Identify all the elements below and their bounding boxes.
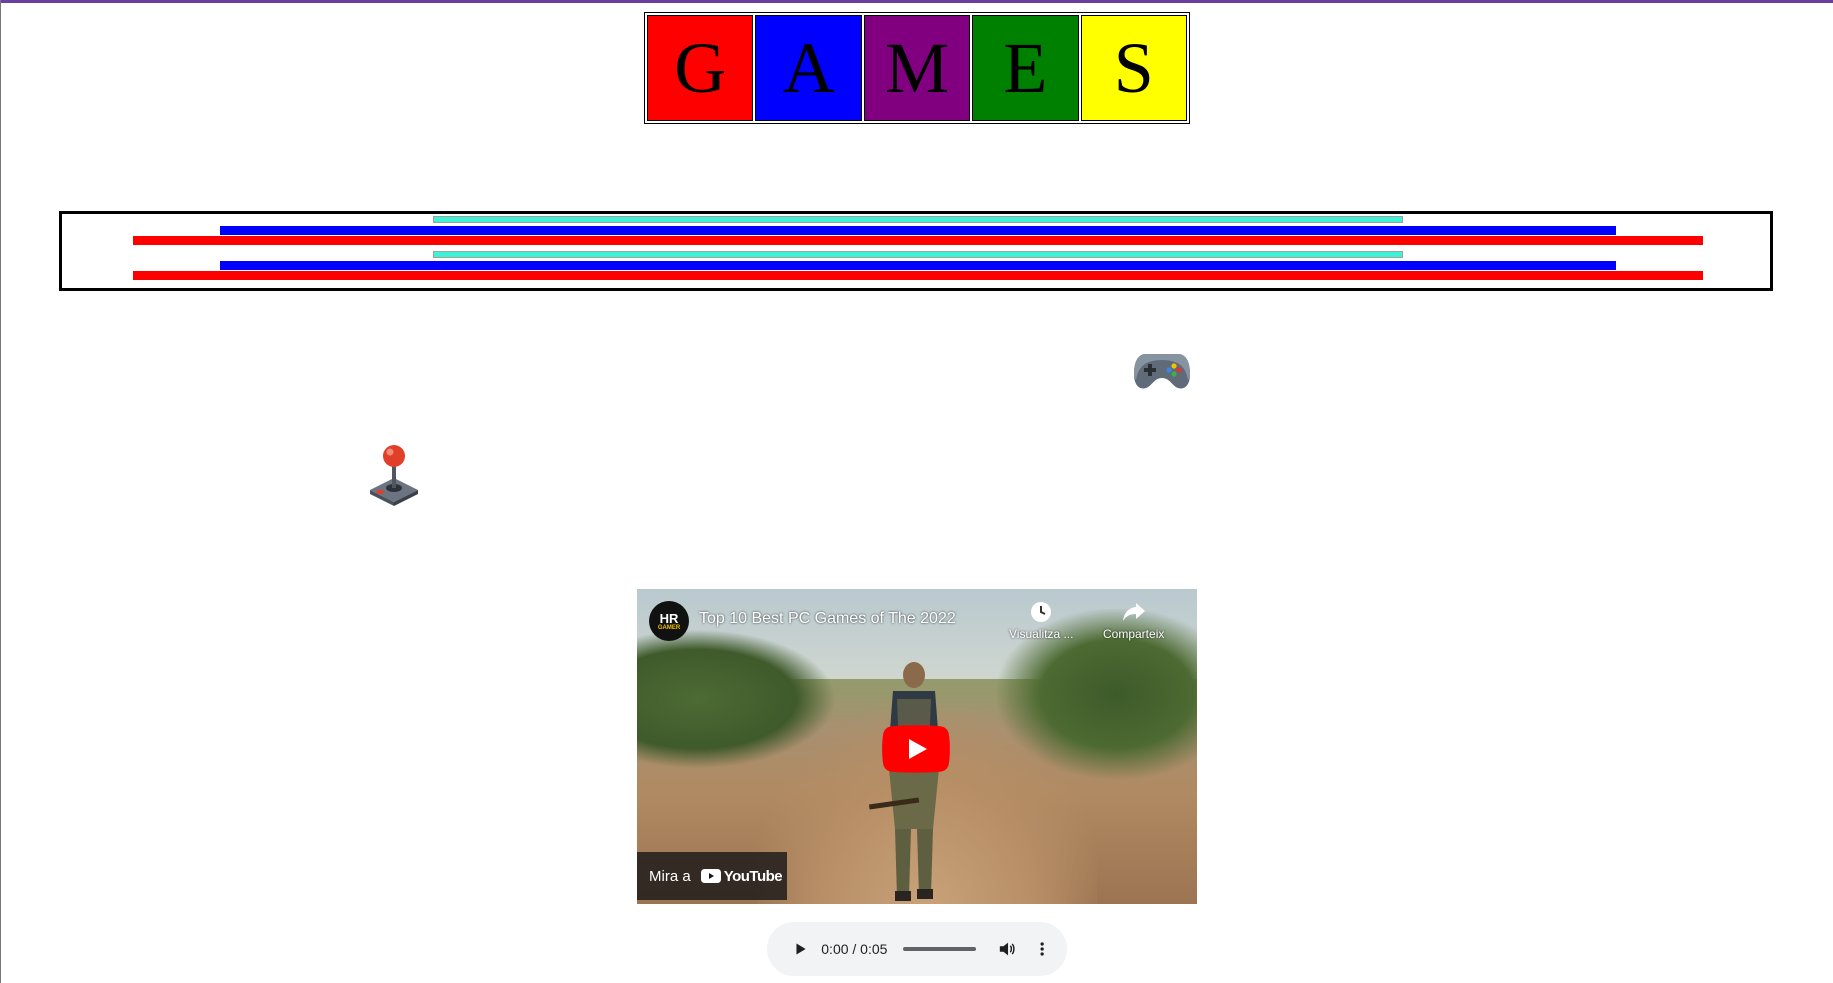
watch-on-youtube-button[interactable]: Mira a YouTube (637, 852, 787, 900)
stripe-blue-top (220, 226, 1616, 235)
gamepad-icon (1132, 340, 1192, 396)
share-button[interactable]: Comparteix (1103, 601, 1164, 641)
channel-avatar-sub: GAMER (657, 624, 681, 631)
watch-on-label: Mira a (649, 867, 691, 885)
channel-avatar-text: HR (659, 610, 679, 626)
more-options-icon[interactable] (1033, 939, 1051, 959)
audio-time: 0:00 / 0:05 (821, 941, 888, 957)
title-letter-s: S (1080, 15, 1188, 121)
stripe-red-top (133, 236, 1703, 245)
channel-avatar[interactable]: HR GAMER (649, 601, 689, 641)
volume-icon[interactable] (998, 939, 1016, 959)
audio-seek-slider[interactable] (903, 947, 977, 951)
video-title[interactable]: Top 10 Best PC Games of The 2022 (699, 610, 956, 628)
stripe-cyan-bottom (433, 251, 1403, 258)
video-play-button[interactable] (882, 725, 950, 773)
title-letter-g: G (647, 15, 754, 121)
share-icon (1122, 603, 1145, 621)
youtube-logo: YouTube (700, 867, 783, 885)
audio-play-icon[interactable] (791, 939, 809, 959)
left-border (0, 0, 1, 983)
stripe-cyan-top (433, 216, 1403, 223)
title-letter-m: M (863, 15, 971, 121)
joystick-icon (366, 444, 422, 506)
youtube-logo-icon (700, 869, 721, 883)
stripes-box (59, 211, 1773, 291)
title-letter-e: E (972, 15, 1079, 121)
page: G A M E S HR GAMER Top 10 Best PC Games … (0, 0, 1833, 983)
watch-later-label: Visualitza ... (1009, 627, 1074, 641)
youtube-label: YouTube (723, 867, 783, 885)
clock-icon (1031, 602, 1052, 622)
title-letter-a: A (755, 15, 862, 121)
share-label: Comparteix (1103, 627, 1165, 641)
stripe-red-bottom (133, 271, 1703, 280)
embedded-video[interactable]: HR GAMER Top 10 Best PC Games of The 202… (637, 589, 1197, 904)
top-border (0, 0, 1833, 3)
games-title-table: G A M E S (644, 12, 1190, 124)
audio-player: 0:00 / 0:05 (767, 922, 1067, 976)
video-soldier-figure (869, 662, 941, 901)
stripe-blue-bottom (220, 261, 1616, 270)
watch-later-button[interactable]: Visualitza ... (1009, 601, 1073, 641)
